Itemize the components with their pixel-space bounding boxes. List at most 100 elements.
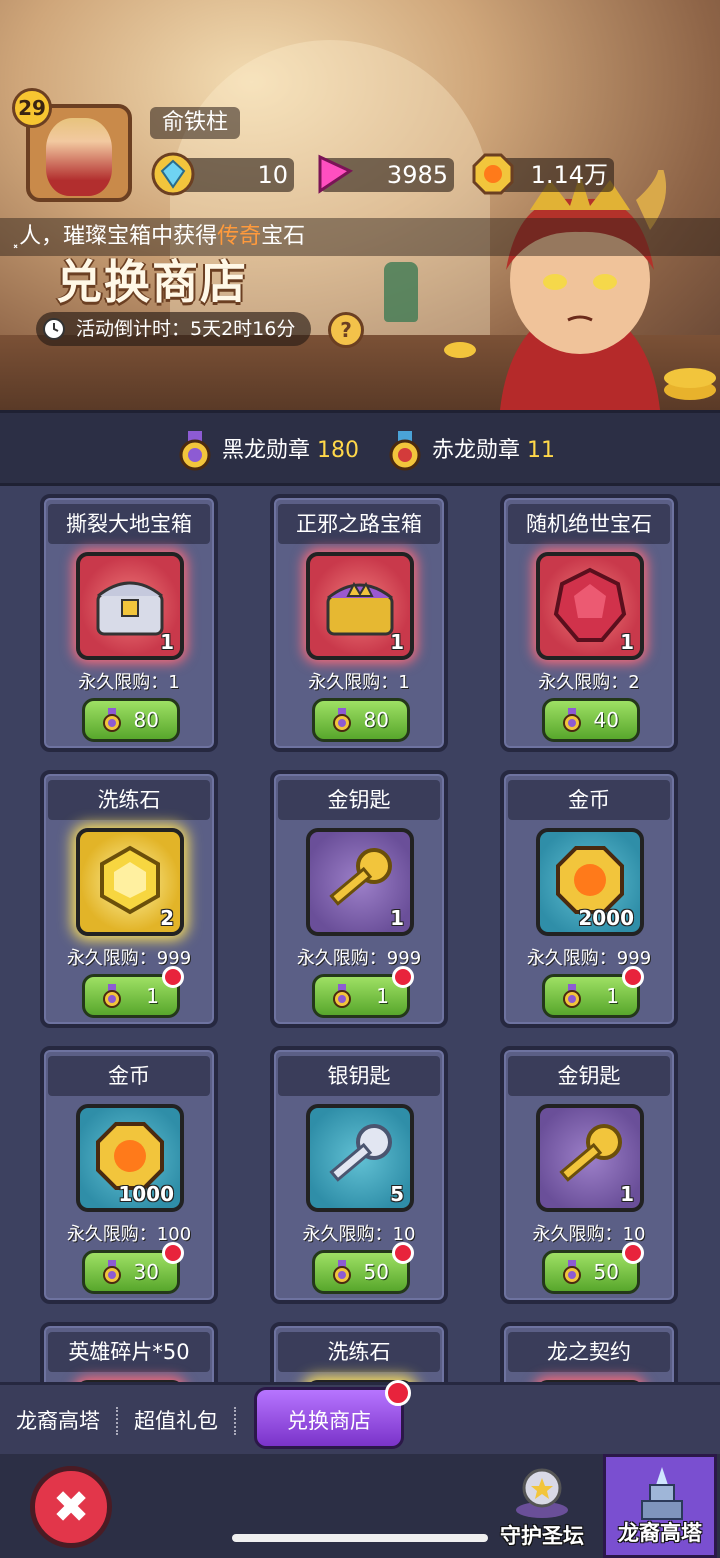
currency-diamond[interactable]: 10 — [151, 152, 294, 196]
shop-item-card[interactable]: 洗练石 2 永久限购：999 1 — [40, 770, 218, 1028]
item-title: 银钥匙 — [278, 1056, 440, 1096]
item-image[interactable]: 1 — [536, 552, 644, 660]
item-image[interactable]: 1000 — [76, 1104, 184, 1212]
currency-diamond-value: 10 — [257, 161, 288, 189]
currency-gem[interactable]: 3985 — [318, 154, 454, 194]
home-indicator — [232, 1534, 488, 1542]
item-price: 40 — [593, 708, 619, 732]
item-purchase-limit: 永久限购：1 — [78, 672, 180, 693]
item-price: 80 — [363, 708, 389, 732]
item-title: 金币 — [508, 780, 670, 820]
item-price: 1 — [146, 984, 159, 1008]
shop-item-card[interactable]: 银钥匙 5 永久限购：10 50 — [270, 1046, 448, 1304]
item-purchase-limit: 永久限购：999 — [66, 948, 192, 969]
black-dragon-medal-icon — [563, 1260, 581, 1284]
item-image[interactable]: 1 — [306, 552, 414, 660]
pink-gem-icon — [318, 154, 354, 194]
altar-icon — [516, 1468, 568, 1518]
item-image[interactable]: 2000 — [536, 828, 644, 936]
tab-exchange-shop[interactable]: 兑换商店 — [254, 1380, 411, 1449]
item-title: 金钥匙 — [278, 780, 440, 820]
bottom-navigation: ✖ 守护圣坛 龙裔高塔 — [0, 1454, 720, 1558]
item-title: 随机绝世宝石 — [508, 504, 670, 544]
shop-item-card[interactable]: 英雄碎片*50 — [40, 1322, 218, 1382]
red-dragon-medal-icon — [389, 431, 421, 471]
shop-item-card[interactable]: 金钥匙 1 永久限购：999 1 — [270, 770, 448, 1028]
diamond-coin-icon — [151, 152, 195, 196]
shop-tab-bar: 龙裔高塔 超值礼包 兑换商店 — [0, 1380, 720, 1454]
black-dragon-medal-icon — [103, 708, 121, 732]
nav-label: 龙裔高塔 — [618, 1521, 702, 1545]
item-title: 正邪之路宝箱 — [278, 504, 440, 544]
item-quantity: 1 — [620, 1182, 634, 1206]
item-purchase-limit: 永久限购：10 — [302, 1224, 416, 1245]
medal-label: 赤龙勋章 — [432, 438, 521, 463]
black-dragon-medal-icon — [103, 1260, 121, 1284]
buy-button[interactable]: 80 — [82, 698, 180, 742]
shop-item-card[interactable]: 金币 1000 永久限购：100 30 — [40, 1046, 218, 1304]
item-image[interactable]: 1 — [306, 828, 414, 936]
item-quantity: 1 — [160, 630, 174, 654]
item-price: 50 — [593, 1260, 619, 1284]
buy-button[interactable]: 40 — [542, 698, 640, 742]
item-price: 30 — [133, 1260, 159, 1284]
shop-item-card[interactable]: 金币 2000 永久限购：999 1 — [500, 770, 678, 1028]
nav-label: 守护圣坛 — [500, 1524, 584, 1548]
currency-gold-value: 1.14万 — [530, 161, 608, 189]
currency-gold[interactable]: 1.14万 — [472, 153, 614, 195]
close-button[interactable]: ✖ — [30, 1466, 112, 1548]
black-dragon-medal: 黑龙勋章 180 — [176, 431, 359, 471]
item-title: 撕裂大地宝箱 — [48, 504, 210, 544]
medal-label: 黑龙勋章 — [222, 438, 311, 463]
item-image[interactable]: 2 — [76, 828, 184, 936]
item-image[interactable]: 1 — [536, 1104, 644, 1212]
tab-dragon-tower[interactable]: 龙裔高塔 — [10, 1399, 118, 1443]
shop-item-grid: 撕裂大地宝箱 1 永久限购：1 80 正邪之路宝箱 1 永久限购：1 80 随机绝世宝石 1 永久限… — [0, 486, 720, 1382]
player-name: 俞铁柱 — [150, 107, 241, 139]
player-level-badge: 29 — [12, 88, 52, 128]
item-quantity: 1 — [390, 906, 404, 930]
tab-value-pack[interactable]: 超值礼包 — [128, 1399, 236, 1443]
nav-dragon-tower[interactable]: 龙裔高塔 — [603, 1454, 717, 1558]
shop-item-card[interactable]: 正邪之路宝箱 1 永久限购：1 80 — [270, 494, 448, 752]
bottle-decoration — [384, 262, 418, 322]
shop-item-card[interactable]: 随机绝世宝石 1 永久限购：2 40 — [500, 494, 678, 752]
item-purchase-limit: 永久限购：999 — [296, 948, 422, 969]
buy-button[interactable]: 80 — [312, 698, 410, 742]
item-image[interactable]: 5 — [306, 1104, 414, 1212]
item-price: 1 — [376, 984, 389, 1008]
item-title: 龙之契约 — [508, 1332, 670, 1372]
medal-balance-bar: 黑龙勋章 180 赤龙勋章 11 — [0, 410, 720, 486]
shop-item-card[interactable]: 撕裂大地宝箱 1 永久限购：1 80 — [40, 494, 218, 752]
help-button[interactable]: ? — [328, 312, 364, 348]
currency-gem-value: 3985 — [386, 161, 448, 189]
shop-item-card[interactable]: 洗练石 — [270, 1322, 448, 1382]
clock-icon — [43, 318, 65, 340]
red-dragon-medal: 赤龙勋章 11 — [386, 431, 555, 471]
notification-dot — [392, 966, 414, 988]
notification-dot — [622, 966, 644, 988]
shop-item-card[interactable]: 金钥匙 1 永久限购：10 50 — [500, 1046, 678, 1304]
notification-dot — [385, 1380, 411, 1406]
item-image[interactable]: 1 — [76, 552, 184, 660]
item-title: 金钥匙 — [508, 1056, 670, 1096]
event-banner — [0, 0, 720, 410]
gold-coin-icon — [472, 153, 514, 195]
avatar-portrait — [46, 118, 112, 196]
item-title: 英雄碎片*50 — [48, 1332, 210, 1372]
medal-count: 11 — [527, 438, 556, 463]
item-purchase-limit: 永久限购：100 — [66, 1224, 192, 1245]
item-purchase-limit: 永久限购：1 — [308, 672, 410, 693]
item-purchase-limit: 永久限购：2 — [538, 672, 640, 693]
nav-guardian-altar[interactable]: 守护圣坛 — [486, 1454, 598, 1558]
item-quantity: 2 — [160, 906, 174, 930]
item-price: 80 — [133, 708, 159, 732]
item-quantity: 5 — [390, 1182, 404, 1206]
item-title: 洗练石 — [278, 1332, 440, 1372]
black-dragon-medal-icon — [563, 984, 581, 1008]
notification-dot — [162, 966, 184, 988]
npc-character — [444, 170, 716, 410]
medal-count: 180 — [317, 438, 360, 463]
shop-item-card[interactable]: 龙之契约 — [500, 1322, 678, 1382]
tower-icon — [641, 1467, 683, 1520]
